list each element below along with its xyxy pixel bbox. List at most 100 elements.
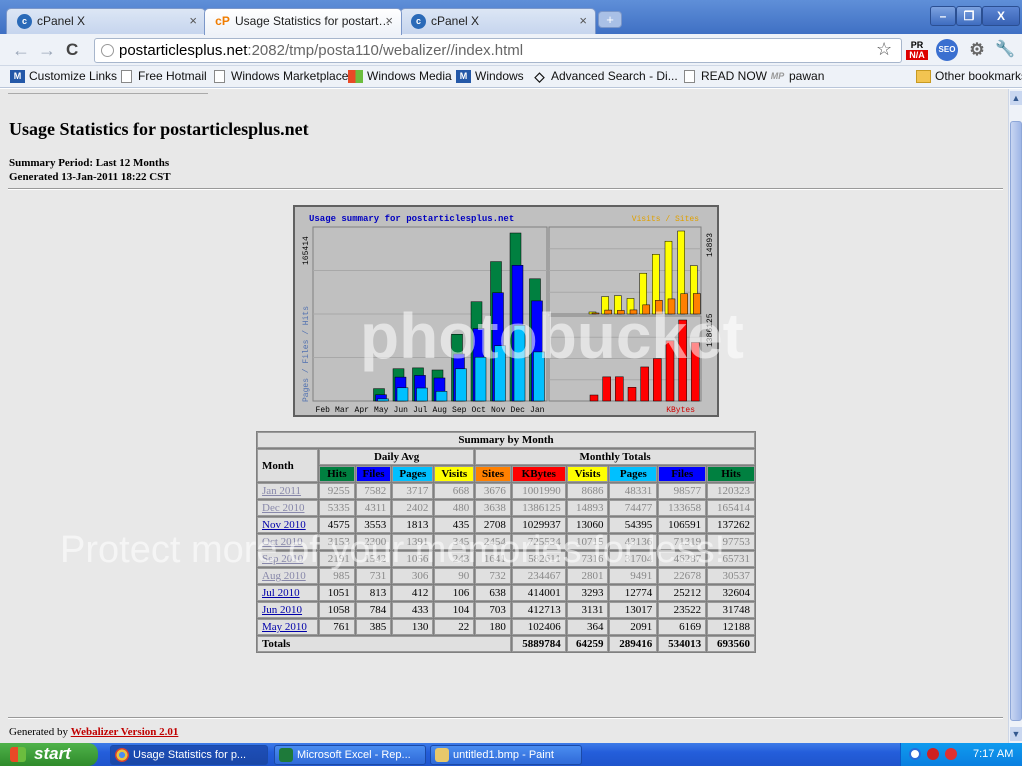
bar-sites-may xyxy=(591,312,600,315)
bar-sites-aug xyxy=(629,309,638,315)
forward-arrow-icon[interactable]: → xyxy=(38,40,56,60)
col-hits-total: Hits xyxy=(707,466,755,482)
bookmark-pawan[interactable]: MP pawan xyxy=(770,66,825,87)
task-chrome[interactable]: Usage Statistics for p... xyxy=(110,745,268,765)
bookmark-star-icon[interactable]: ☆ xyxy=(876,39,892,60)
value-cell: 165414 xyxy=(707,500,755,516)
footer: Generated by Webalizer Version 2.01 xyxy=(9,726,178,738)
total-hits: 693560 xyxy=(707,636,755,652)
bookmark-label: Windows Media xyxy=(367,69,452,83)
bar-kbytes-sep xyxy=(640,366,649,402)
bar-sites-sep xyxy=(642,304,650,315)
page-icon xyxy=(101,44,114,57)
value-cell: 106 xyxy=(434,585,475,601)
bookmark-label: Customize Links xyxy=(29,69,118,83)
col-hits: Hits xyxy=(319,466,355,482)
value-cell: 137262 xyxy=(707,517,755,533)
col-files-total: Files xyxy=(658,466,707,482)
value-cell: 8686 xyxy=(566,483,609,499)
month-link[interactable]: Jun 2010 xyxy=(262,604,302,616)
cropped-header-image xyxy=(8,89,208,94)
vertical-scrollbar[interactable]: ▲ ▼ xyxy=(1008,89,1022,743)
scroll-up-arrow-icon[interactable]: ▲ xyxy=(1010,91,1022,105)
value-cell: 243 xyxy=(434,551,475,567)
bookmark-free-hotmail[interactable]: Free Hotmail xyxy=(119,66,207,87)
value-cell: 412713 xyxy=(511,602,566,618)
table-row: Aug 2010 985 731 306 90 732 234467 2801 9491 2267… xyxy=(257,568,755,584)
bar-pages-nov xyxy=(494,345,506,402)
scrollbar-thumb[interactable] xyxy=(1010,121,1022,721)
minimize-button[interactable]: – xyxy=(930,6,956,26)
bookmark-customize-links[interactable]: M Customize Links xyxy=(10,66,117,87)
tab-cpanel-2[interactable]: c cPanel X × xyxy=(400,8,596,34)
clock[interactable]: 7:17 AM xyxy=(973,743,1013,765)
tray-security-icon[interactable] xyxy=(927,748,939,760)
tab-cpanel-1[interactable]: c cPanel X × xyxy=(6,8,206,34)
task-excel[interactable]: Microsoft Excel - Rep... xyxy=(274,745,426,765)
close-tab-icon[interactable]: × xyxy=(189,9,197,33)
task-paint[interactable]: untitled1.bmp - Paint xyxy=(430,745,582,765)
month-cell: Aug 2010 xyxy=(257,568,319,584)
table-row: Jun 2010 1058 784 433 104 703 412713 3131 13017 2… xyxy=(257,602,755,618)
msn-icon: M xyxy=(10,70,25,83)
month-link[interactable]: Jan 2011 xyxy=(262,485,301,497)
value-cell: 345 xyxy=(434,534,475,550)
value-cell: 3131 xyxy=(566,602,609,618)
pagerank-extension[interactable]: PR N/A xyxy=(906,40,928,60)
month-link[interactable]: Oct 2010 xyxy=(262,536,303,548)
cpanel-icon: c xyxy=(17,14,32,29)
month-cell: Jul 2010 xyxy=(257,585,319,601)
value-cell: 43136 xyxy=(609,534,658,550)
month-link[interactable]: Dec 2010 xyxy=(262,502,304,514)
scroll-down-arrow-icon[interactable]: ▼ xyxy=(1010,727,1022,741)
value-cell: 5335 xyxy=(319,500,355,516)
summary-by-month-table: Summary by Month Month Daily Avg Monthly… xyxy=(256,431,756,653)
close-tab-icon[interactable]: × xyxy=(385,9,393,33)
bar-sites-jun xyxy=(604,309,612,315)
month-link[interactable]: May 2010 xyxy=(262,621,307,633)
tray-alert-icon[interactable] xyxy=(945,748,957,760)
bookmark-label: pawan xyxy=(789,69,825,83)
value-cell: 130 xyxy=(392,619,434,635)
bookmarks-bar: M Customize Links Free Hotmail Windows Ma… xyxy=(0,66,1022,88)
bookmark-advanced-search[interactable]: ◇ Advanced Search - Di... xyxy=(532,66,678,87)
value-cell: 65731 xyxy=(707,551,755,567)
bookmark-label: Windows Marketplace xyxy=(231,69,349,83)
back-arrow-icon[interactable]: ← xyxy=(12,40,30,60)
close-window-button[interactable]: X xyxy=(982,6,1020,26)
tab-usage-statistics[interactable]: cP Usage Statistics for postart… × xyxy=(204,8,402,35)
bookmark-windows-marketplace[interactable]: Windows Marketplace xyxy=(212,66,348,87)
webalizer-link[interactable]: Webalizer Version 2.01 xyxy=(71,726,179,738)
bar-sites-nov xyxy=(667,298,676,315)
month-link[interactable]: Jul 2010 xyxy=(262,587,300,599)
seo-extension-icon[interactable]: SEO xyxy=(936,39,958,61)
chart-legend-kbytes: KBytes xyxy=(666,406,695,415)
gear-icon[interactable]: ⚙ xyxy=(966,40,988,60)
value-cell: 30537 xyxy=(707,568,755,584)
usage-summary-chart: Usage summary for postarticlesplus.net Vi… xyxy=(293,205,719,417)
maximize-button[interactable]: ❐ xyxy=(956,6,982,26)
value-cell: 104 xyxy=(434,602,475,618)
month-link[interactable]: Sep 2010 xyxy=(262,553,303,565)
value-cell: 234467 xyxy=(511,568,566,584)
value-cell: 761 xyxy=(319,619,355,635)
month-link[interactable]: Nov 2010 xyxy=(262,519,306,531)
value-cell: 435 xyxy=(434,517,475,533)
bar-kbytes-aug xyxy=(627,387,637,402)
address-bar[interactable]: postarticlesplus.net:2082/tmp/posta110/w… xyxy=(94,38,902,63)
wrench-icon[interactable]: 🔧 xyxy=(994,40,1016,60)
month-cell: Nov 2010 xyxy=(257,517,319,533)
month-link[interactable]: Aug 2010 xyxy=(262,570,306,582)
close-tab-icon[interactable]: × xyxy=(579,9,587,33)
bookmark-windows-media[interactable]: Windows Media xyxy=(348,66,452,87)
pagerank-value: N/A xyxy=(906,50,928,60)
bookmark-read-now[interactable]: READ NOW xyxy=(682,66,767,87)
tray-arrow-icon[interactable] xyxy=(909,748,921,760)
bookmark-windows[interactable]: M Windows xyxy=(456,66,524,87)
other-bookmarks-folder[interactable]: Other bookmarks xyxy=(916,66,1022,87)
new-tab-button[interactable]: + xyxy=(598,11,622,28)
chart-title: Usage summary for postarticlesplus.net xyxy=(309,214,514,224)
reload-icon[interactable]: C xyxy=(66,40,78,60)
start-button[interactable]: start xyxy=(0,743,98,766)
x-tick-label: Feb xyxy=(316,406,331,415)
